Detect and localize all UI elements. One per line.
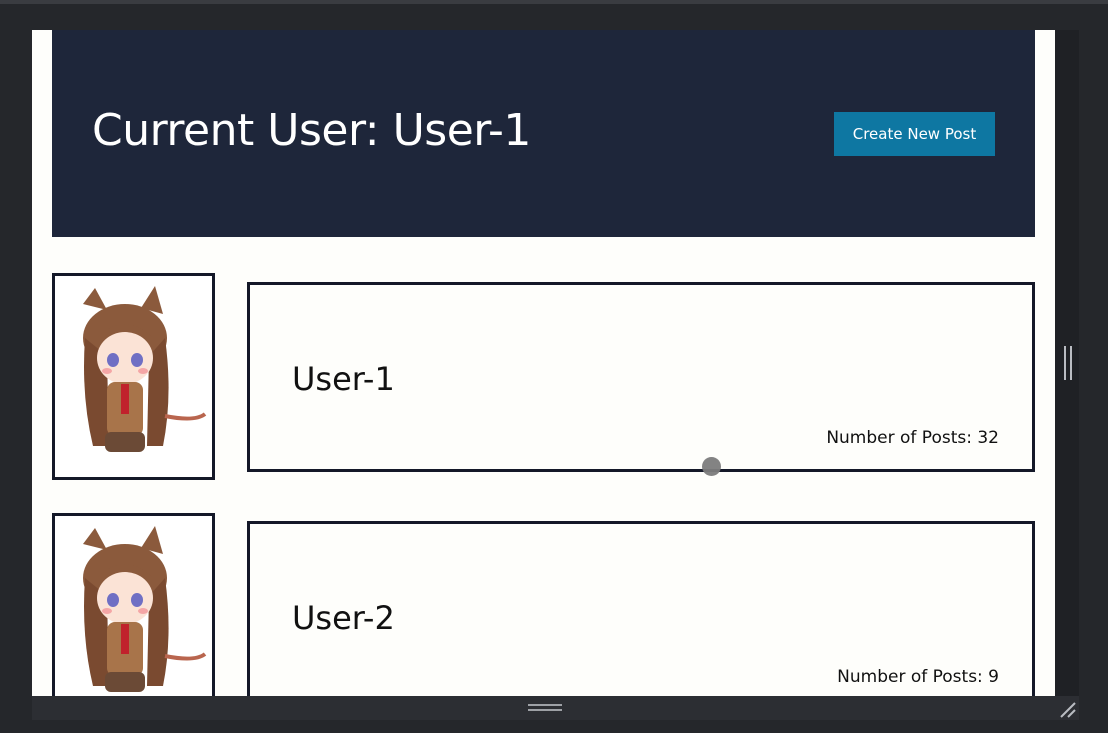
window-top-strip <box>0 0 1108 4</box>
post-count: Number of Posts: 32 <box>826 428 999 448</box>
user-card[interactable]: User-2 Number of Posts: 9 <box>247 521 1035 696</box>
page-title: Current User: User-1 <box>92 105 531 156</box>
user-card[interactable]: User-1 Number of Posts: 32 <box>247 282 1035 472</box>
user-name: User-1 <box>292 360 395 398</box>
horizontal-grip-icon[interactable] <box>528 704 562 712</box>
pointer-cursor-icon <box>702 457 721 476</box>
create-new-post-button[interactable]: Create New Post <box>834 112 995 156</box>
content-viewport: Current User: User-1 Create New Post Use… <box>32 30 1055 696</box>
user-avatar[interactable] <box>52 273 215 480</box>
resize-corner-icon[interactable] <box>1058 700 1078 720</box>
anime-girl-avatar-icon <box>83 286 207 452</box>
page-header: Current User: User-1 Create New Post <box>52 30 1035 237</box>
vertical-grip-icon[interactable] <box>1064 346 1073 380</box>
anime-girl-avatar-icon <box>83 526 207 692</box>
user-name: User-2 <box>292 599 395 637</box>
post-count: Number of Posts: 9 <box>837 667 999 687</box>
user-avatar[interactable] <box>52 513 215 696</box>
